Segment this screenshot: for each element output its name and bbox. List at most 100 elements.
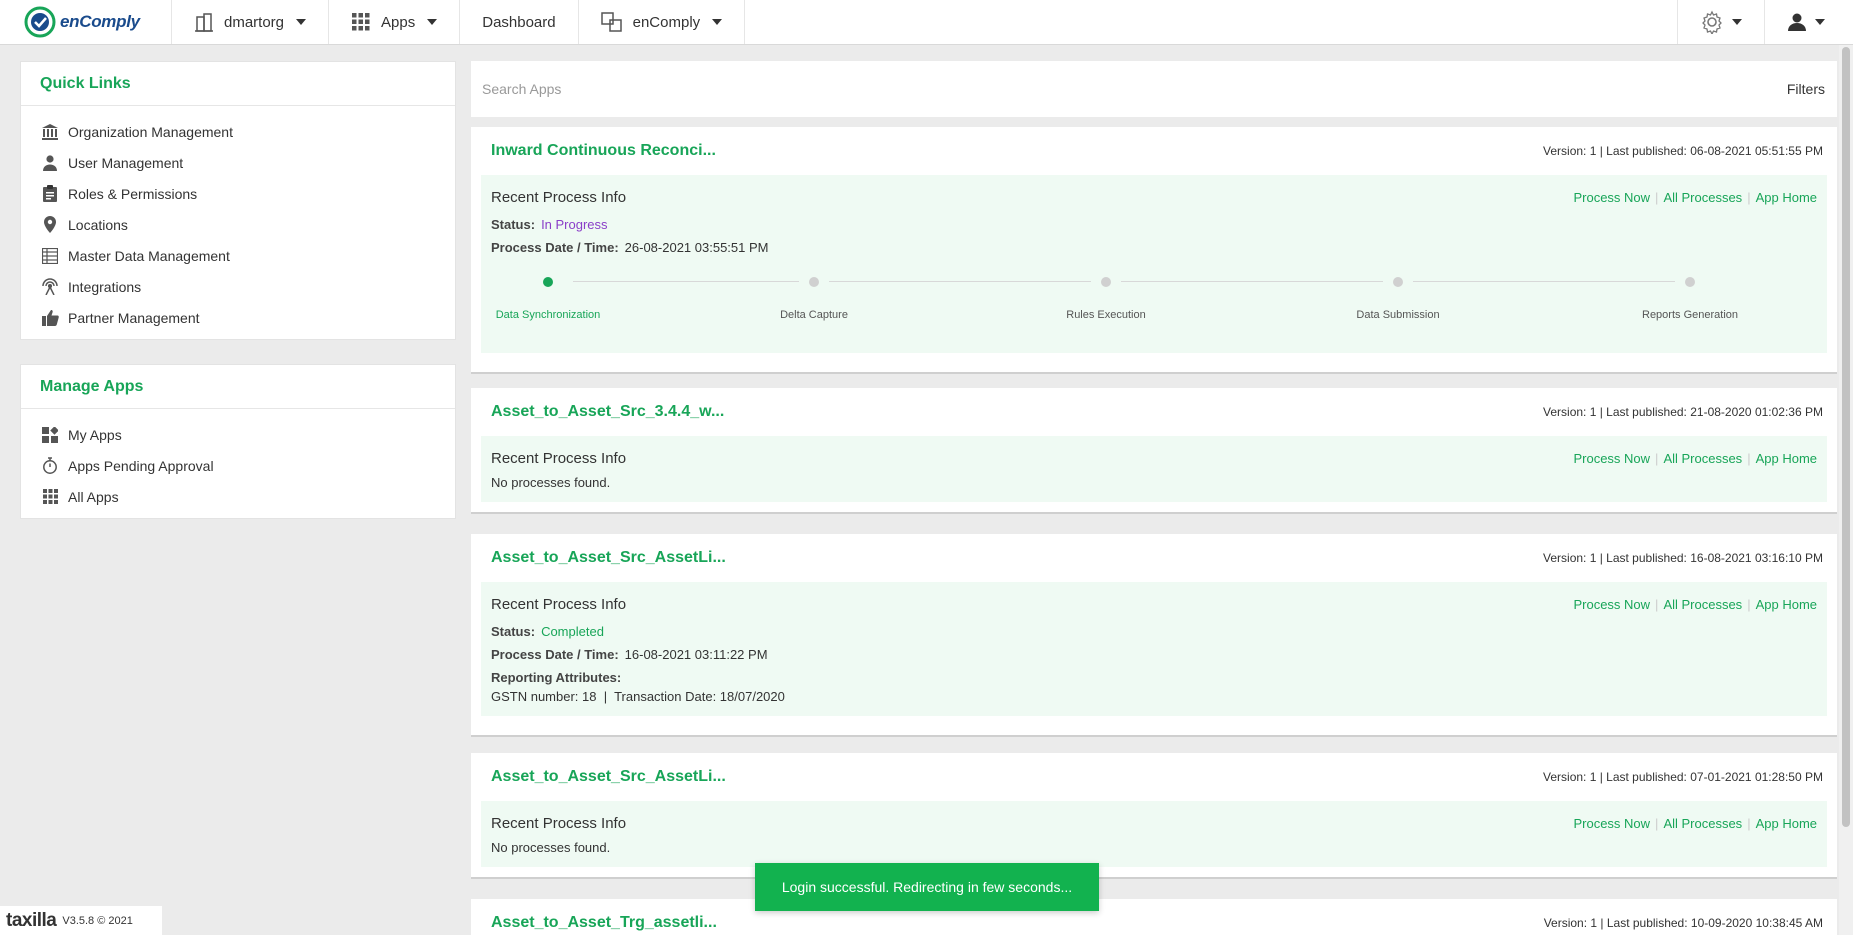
map-pin-icon: [41, 216, 59, 234]
thumbs-up-icon: [41, 309, 59, 327]
quick-link-organization-management[interactable]: Organization Management: [21, 116, 455, 147]
widgets-icon: [41, 426, 59, 444]
app-home-link[interactable]: App Home: [1756, 190, 1817, 205]
process-date-value: 26-08-2021 03:55:51 PM: [624, 240, 769, 255]
reporting-attributes-value: GSTN number: 18 | Transaction Date: 18/0…: [491, 689, 785, 704]
step-rules-execution[interactable]: Rules Execution: [1031, 261, 1181, 321]
apps-menu[interactable]: Apps: [329, 0, 461, 44]
taxilla-logo: taxilla: [6, 909, 57, 931]
quick-links-title: Quick Links: [21, 62, 455, 106]
stopwatch-icon: [41, 457, 59, 475]
status-label: Status:: [491, 624, 536, 639]
step-data-submission[interactable]: Data Submission: [1323, 261, 1473, 321]
settings-menu[interactable]: [1677, 0, 1764, 44]
app-version: Version: 1 | Last published: 21-08-2020 …: [1543, 405, 1823, 419]
page-scrollbar[interactable]: [1839, 45, 1853, 935]
recent-process-info: Recent Process Info Process Now | All Pro…: [481, 582, 1827, 716]
table-icon: [41, 247, 59, 265]
quick-link-label: Roles & Permissions: [68, 185, 198, 202]
footer: taxilla V3.5.8 © 2021: [0, 906, 162, 935]
quick-link-label: Locations: [68, 216, 128, 233]
app-version: Version: 1 | Last published: 10-09-2020 …: [1543, 916, 1823, 930]
scrollbar-thumb[interactable]: [1842, 47, 1850, 827]
process-stepper: Data Synchronization Delta Capture Rules…: [491, 261, 1817, 341]
brand-logo[interactable]: enComply: [0, 0, 172, 44]
all-processes-link[interactable]: All Processes: [1663, 816, 1742, 831]
app-card: Asset_to_Asset_Src_3.4.4_w... Version: 1…: [471, 388, 1837, 514]
app-home-link[interactable]: App Home: [1756, 816, 1817, 831]
process-now-link[interactable]: Process Now: [1573, 190, 1650, 205]
no-processes-text: No processes found.: [491, 840, 611, 855]
user-icon: [1788, 13, 1806, 31]
apps-grid-icon: [351, 12, 371, 32]
all-processes-link[interactable]: All Processes: [1663, 190, 1742, 205]
process-now-link[interactable]: Process Now: [1573, 451, 1650, 466]
grid-icon: [41, 488, 59, 506]
quick-link-roles-permissions[interactable]: Roles & Permissions: [21, 178, 455, 209]
app-title[interactable]: Asset_to_Asset_Src_AssetLi...: [491, 768, 726, 786]
quick-link-integrations[interactable]: Integrations: [21, 271, 455, 302]
clipboard-icon: [41, 185, 59, 203]
quick-link-partner-management[interactable]: Partner Management: [21, 302, 455, 333]
toast-notification: Login successful. Redirecting in few sec…: [755, 863, 1099, 911]
switch-product-icon: [600, 12, 623, 32]
quick-links-panel: Quick Links Organization Management User…: [20, 61, 456, 340]
recent-process-title: Recent Process Info: [491, 814, 627, 832]
quick-link-label: Organization Management: [68, 123, 233, 140]
step-data-synchronization[interactable]: Data Synchronization: [473, 261, 623, 321]
quick-link-label: Partner Management: [68, 309, 200, 326]
process-date-label: Process Date / Time:: [491, 647, 619, 662]
app-title[interactable]: Inward Continuous Reconci...: [491, 142, 716, 160]
quick-link-locations[interactable]: Locations: [21, 209, 455, 240]
chevron-down-icon: [296, 19, 307, 25]
process-date-label: Process Date / Time:: [491, 240, 619, 255]
dashboard-label: Dashboard: [482, 13, 556, 31]
all-processes-link[interactable]: All Processes: [1663, 597, 1742, 612]
status-value: Completed: [541, 624, 604, 639]
apps-label: Apps: [381, 13, 416, 31]
recent-process-title: Recent Process Info: [491, 449, 627, 467]
chevron-down-icon: [712, 19, 723, 25]
app-card: Inward Continuous Reconci... Version: 1 …: [471, 127, 1837, 374]
manage-apps-pending-approval[interactable]: Apps Pending Approval: [21, 450, 455, 481]
top-navbar: enComply dmartorg Apps Dashboard enCompl…: [0, 0, 1853, 45]
app-home-link[interactable]: App Home: [1756, 597, 1817, 612]
app-title[interactable]: Asset_to_Asset_Trg_assetli...: [491, 914, 717, 932]
app-version: Version: 1 | Last published: 06-08-2021 …: [1543, 144, 1823, 158]
user-icon: [41, 154, 59, 172]
step-delta-capture[interactable]: Delta Capture: [739, 261, 889, 321]
org-switcher[interactable]: dmartorg: [172, 0, 330, 44]
search-bar: Filters: [471, 61, 1837, 117]
recent-process-info: Recent Process Info Process Now | All Pro…: [481, 436, 1827, 502]
dashboard-link[interactable]: Dashboard: [460, 0, 579, 44]
no-processes-text: No processes found.: [491, 475, 611, 490]
org-name: dmartorg: [224, 13, 285, 31]
recent-process-info: Recent Process Info Process Now | All Pro…: [481, 801, 1827, 867]
step-reports-generation[interactable]: Reports Generation: [1615, 261, 1765, 321]
app-title[interactable]: Asset_to_Asset_Src_AssetLi...: [491, 549, 726, 567]
quick-link-master-data-management[interactable]: Master Data Management: [21, 240, 455, 271]
recent-process-info: Recent Process Info Process Now | All Pro…: [481, 175, 1827, 353]
antenna-icon: [41, 278, 59, 296]
gear-icon: [1702, 10, 1722, 34]
recent-process-title: Recent Process Info: [491, 188, 627, 206]
search-input[interactable]: [482, 81, 1082, 97]
app-home-link[interactable]: App Home: [1756, 451, 1817, 466]
manage-apps-title: Manage Apps: [21, 365, 455, 409]
process-now-link[interactable]: Process Now: [1573, 597, 1650, 612]
status-value: In Progress: [541, 217, 608, 232]
process-date-value: 16-08-2021 03:11:22 PM: [624, 647, 768, 662]
manage-apps-label: All Apps: [68, 488, 119, 505]
bank-icon: [41, 123, 59, 141]
manage-apps-my-apps[interactable]: My Apps: [21, 419, 455, 450]
process-now-link[interactable]: Process Now: [1573, 816, 1650, 831]
app-version: Version: 1 | Last published: 16-08-2021 …: [1543, 551, 1823, 565]
quick-link-user-management[interactable]: User Management: [21, 147, 455, 178]
user-menu[interactable]: [1764, 0, 1853, 44]
manage-apps-all-apps[interactable]: All Apps: [21, 481, 455, 512]
filters-button[interactable]: Filters: [1787, 81, 1825, 97]
all-processes-link[interactable]: All Processes: [1663, 451, 1742, 466]
product-switcher[interactable]: enComply: [579, 0, 746, 44]
app-title[interactable]: Asset_to_Asset_Src_3.4.4_w...: [491, 403, 724, 421]
product-name: enComply: [632, 13, 701, 31]
